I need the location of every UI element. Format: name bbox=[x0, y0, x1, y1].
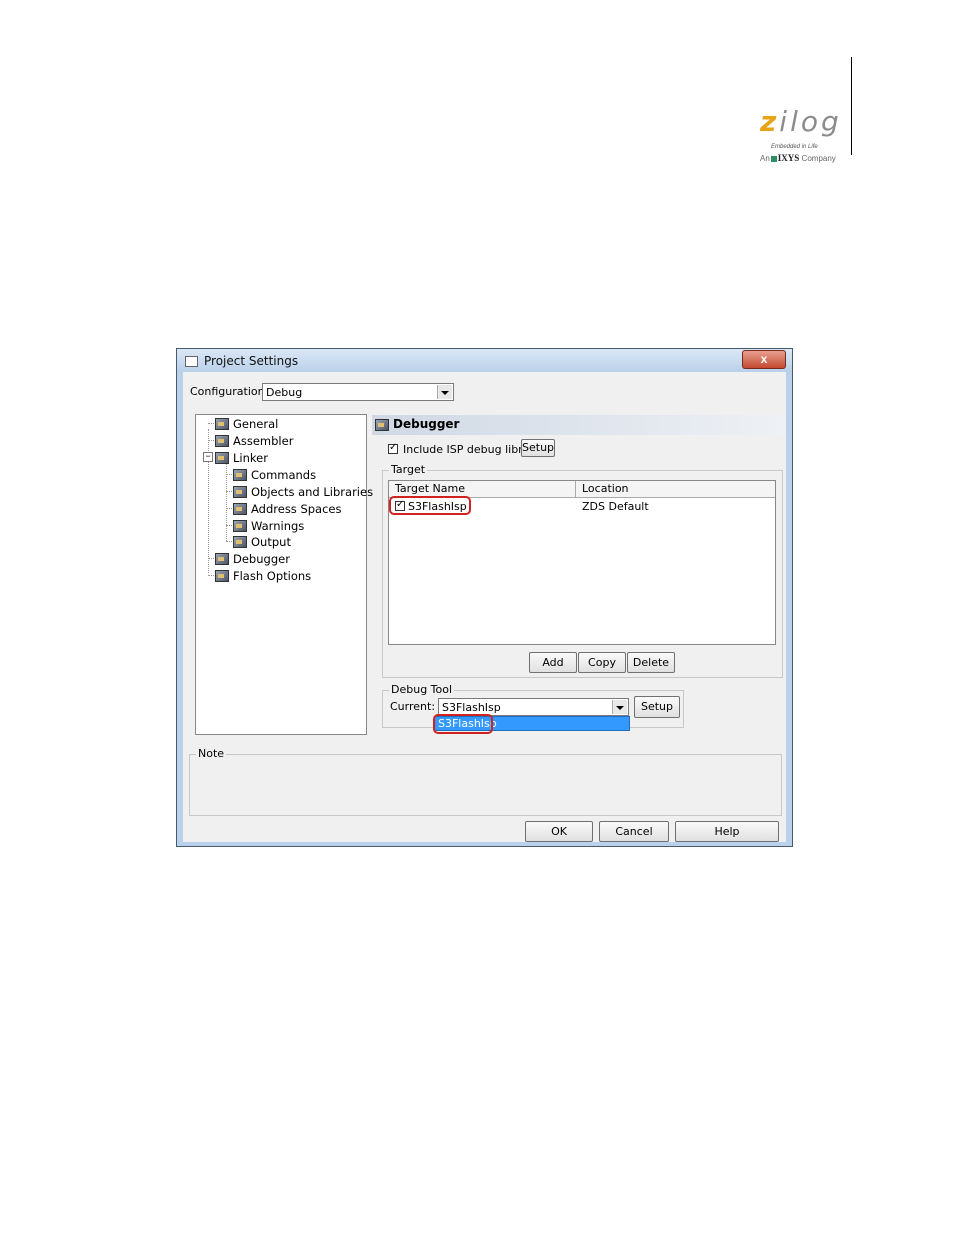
tree-item-objects-and-libraries[interactable]: Objects and Libraries bbox=[251, 485, 373, 499]
settings-tree[interactable]: General Assembler − Linker Commands Obje… bbox=[195, 414, 373, 735]
logo-company-prefix: An bbox=[760, 154, 770, 163]
tree-item-flash-options[interactable]: Flash Options bbox=[233, 569, 311, 583]
target-location-cell: ZDS Default bbox=[582, 500, 649, 513]
chevron-down-icon[interactable] bbox=[437, 385, 452, 399]
collapse-icon[interactable]: − bbox=[203, 452, 213, 462]
tree-item-output[interactable]: Output bbox=[251, 535, 291, 549]
logo-company-suffix: Company bbox=[801, 154, 836, 163]
column-location[interactable]: Location bbox=[582, 482, 629, 495]
frame-bottom bbox=[177, 842, 792, 846]
column-separator[interactable] bbox=[575, 481, 576, 497]
title-bar[interactable]: Project Settings x bbox=[177, 349, 792, 372]
debug-tool-value: S3FlashIsp bbox=[442, 701, 501, 714]
highlight-annotation bbox=[389, 496, 471, 515]
settings-node-icon bbox=[233, 486, 247, 498]
debug-tool-group-label: Debug Tool bbox=[389, 683, 455, 696]
tree-item-assembler[interactable]: Assembler bbox=[233, 434, 293, 448]
tree-branch bbox=[208, 575, 214, 576]
tree-item-general[interactable]: General bbox=[233, 417, 278, 431]
logo-tagline: Embedded in Life bbox=[771, 144, 818, 150]
tree-branch bbox=[226, 541, 232, 542]
settings-node-icon bbox=[215, 570, 229, 582]
tree-branch bbox=[208, 440, 214, 441]
cancel-button[interactable]: Cancel bbox=[599, 821, 669, 842]
logo-ilog: ilog bbox=[779, 105, 842, 138]
add-button[interactable]: Add bbox=[529, 652, 577, 673]
target-group-label: Target bbox=[389, 463, 428, 476]
folder-node-icon bbox=[215, 452, 229, 464]
panel-header: Debugger bbox=[372, 415, 785, 435]
panel-title: Debugger bbox=[393, 417, 460, 431]
debug-setup-button[interactable]: Setup bbox=[634, 696, 680, 718]
tree-branch bbox=[208, 423, 214, 424]
include-isp-checkbox[interactable] bbox=[388, 442, 398, 454]
tree-item-debugger[interactable]: Debugger bbox=[233, 552, 290, 566]
tree-item-warnings[interactable]: Warnings bbox=[251, 519, 304, 533]
current-label: Current: bbox=[390, 700, 436, 713]
debugger-icon bbox=[375, 419, 389, 431]
settings-node-icon bbox=[215, 435, 229, 447]
settings-node-icon bbox=[233, 536, 247, 548]
tree-branch bbox=[226, 491, 232, 492]
note-group: Note bbox=[189, 747, 782, 816]
configuration-select[interactable]: Debug bbox=[262, 383, 454, 401]
frame-left bbox=[177, 372, 183, 846]
close-button[interactable]: x bbox=[742, 350, 786, 369]
copy-button[interactable]: Copy bbox=[578, 652, 626, 673]
configuration-value: Debug bbox=[266, 386, 303, 399]
ok-button[interactable]: OK bbox=[525, 821, 593, 842]
ixys-square-icon bbox=[770, 155, 777, 162]
project-settings-dialog: Project Settings x Configuration: Debug … bbox=[176, 348, 793, 847]
note-label: Note bbox=[196, 747, 227, 760]
window-icon[interactable] bbox=[185, 356, 198, 367]
tree-branch bbox=[226, 508, 232, 509]
logo-company: An IXYS Company bbox=[760, 153, 836, 163]
delete-button[interactable]: Delete bbox=[627, 652, 675, 673]
chevron-down-icon[interactable] bbox=[612, 700, 627, 714]
settings-node-icon bbox=[233, 520, 247, 532]
tree-item-linker[interactable]: Linker bbox=[233, 451, 268, 465]
dialog-title: Project Settings bbox=[204, 354, 299, 368]
frame-right bbox=[786, 372, 792, 846]
logo-company-name: IXYS bbox=[777, 153, 800, 163]
zilog-logo: zilog bbox=[760, 108, 842, 136]
settings-node-icon bbox=[215, 553, 229, 565]
tree-branch bbox=[226, 474, 232, 475]
logo-divider bbox=[851, 57, 852, 155]
highlight-annotation bbox=[433, 714, 493, 734]
settings-node-icon bbox=[215, 418, 229, 430]
tree-branch bbox=[226, 525, 232, 526]
tree-item-commands[interactable]: Commands bbox=[251, 468, 316, 482]
tree-branch bbox=[208, 558, 214, 559]
settings-node-icon bbox=[233, 503, 247, 515]
settings-node-icon bbox=[233, 469, 247, 481]
logo-z: z bbox=[760, 105, 780, 138]
column-target-name[interactable]: Target Name bbox=[395, 482, 465, 495]
help-button[interactable]: Help bbox=[675, 821, 779, 842]
include-isp-label: Include ISP debug library bbox=[403, 443, 541, 456]
tree-item-address-spaces[interactable]: Address Spaces bbox=[251, 502, 342, 516]
isp-setup-button[interactable]: Setup bbox=[521, 439, 555, 457]
configuration-label: Configuration: bbox=[190, 385, 269, 398]
